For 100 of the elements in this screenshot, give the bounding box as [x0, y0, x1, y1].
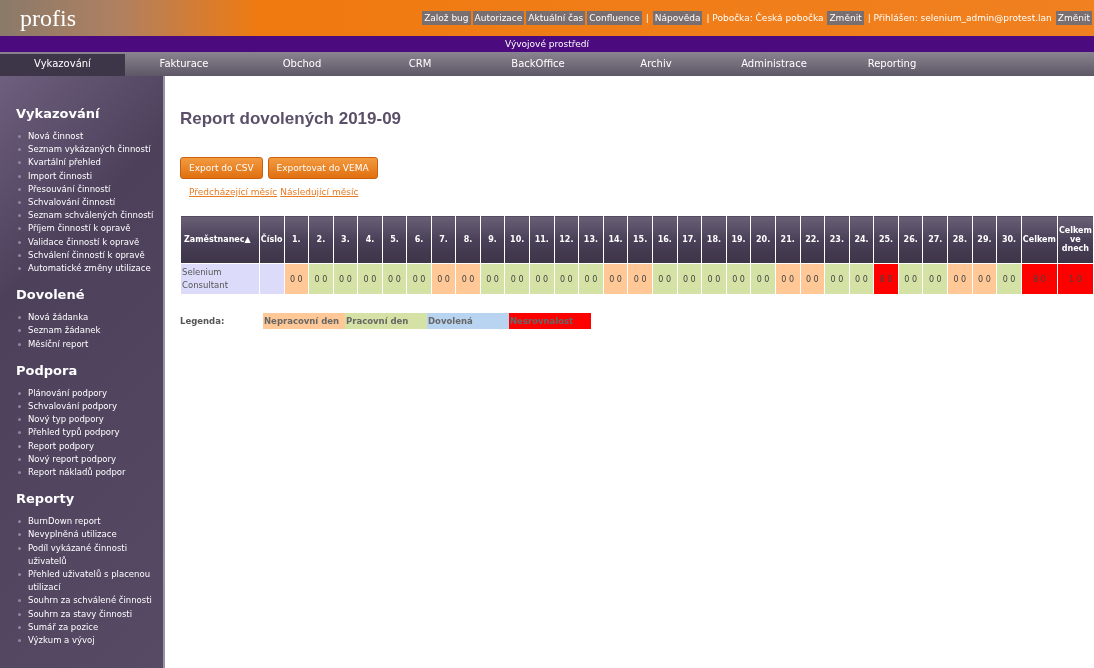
bullet-icon	[18, 546, 21, 550]
sidebar-link[interactable]: Automatické změny utilizace	[28, 262, 158, 276]
legend-item: Dovolená	[427, 313, 509, 329]
column-header[interactable]: 1.	[284, 215, 309, 264]
column-header[interactable]: 4.	[357, 215, 383, 264]
column-header[interactable]: 18.	[701, 215, 727, 264]
column-header[interactable]: 28.	[947, 215, 973, 264]
sidebar-link[interactable]: Report podpory	[28, 439, 158, 453]
column-header[interactable]: 26.	[898, 215, 923, 264]
nav-tab[interactable]: Obchod	[243, 54, 361, 76]
header-link[interactable]: Založ bug	[422, 11, 471, 25]
column-header[interactable]: 13.	[578, 215, 604, 264]
column-header[interactable]: Číslo	[259, 215, 285, 264]
column-header[interactable]: 20.	[750, 215, 776, 264]
sidebar-link[interactable]: Schválení činností k opravě	[28, 248, 158, 263]
sidebar-link[interactable]: Report nákladů podpor	[28, 466, 158, 480]
page-title: Report dovolených 2019-09	[180, 109, 403, 129]
sidebar-link[interactable]: Výzkum a vývoj	[28, 634, 158, 648]
sidebar-link[interactable]: Nový report podpory	[28, 452, 158, 467]
sidebar-heading: Podpora	[16, 362, 79, 378]
column-header[interactable]: 15.	[627, 215, 653, 264]
column-header[interactable]: 10.	[504, 215, 530, 264]
bullet-icon	[18, 342, 21, 346]
column-header[interactable]: 24.	[849, 215, 874, 264]
sidebar-link[interactable]: Nová žádanka	[28, 311, 158, 325]
column-header[interactable]: 19.	[726, 215, 751, 264]
sidebar-link[interactable]: Import činnosti	[28, 169, 158, 183]
bullet-icon	[18, 214, 21, 218]
sidebar-link[interactable]: Sumář za pozice	[28, 620, 158, 635]
nav-tab[interactable]: Reporting	[833, 54, 951, 76]
sidebar-link[interactable]: Seznam žádanek	[28, 324, 158, 338]
nav-tab[interactable]: BackOffice	[479, 54, 597, 76]
column-header[interactable]: 9.	[480, 215, 505, 264]
sidebar-link[interactable]: Přesouvání činností	[28, 182, 158, 196]
column-header[interactable]: Celkem	[1021, 215, 1058, 264]
sidebar-heading: Dovolené	[16, 287, 86, 303]
nav-tab[interactable]: CRM	[361, 54, 479, 76]
column-header[interactable]: 27.	[922, 215, 948, 264]
column-header[interactable]: Zaměstnanec▲	[180, 215, 260, 264]
sidebar-link[interactable]: Seznam schválených činností	[28, 209, 158, 223]
sidebar-link[interactable]: Nový typ podpory	[28, 413, 158, 427]
sidebar-link[interactable]: Souhrn za stavy činnosti	[28, 607, 158, 621]
nav-tab[interactable]: Administrace	[715, 54, 833, 76]
sidebar-link[interactable]: Přehled typů podpory	[28, 426, 158, 440]
header-link[interactable]: Confluence	[587, 11, 642, 25]
bullet-icon	[18, 599, 21, 603]
column-header[interactable]: 11.	[529, 215, 555, 264]
header-link[interactable]: Změnit	[827, 11, 864, 25]
column-header[interactable]: 14.	[603, 215, 628, 264]
sidebar-link[interactable]: Schvalování činností	[28, 196, 158, 210]
column-header[interactable]: 3.	[333, 215, 358, 264]
column-header[interactable]: 29.	[972, 215, 997, 264]
sidebar-link[interactable]: Schvalování podpory	[28, 400, 158, 414]
column-header[interactable]: 16.	[652, 215, 678, 264]
header-text: | Přihlášen: selenium_admin@protest.lan	[866, 13, 1053, 23]
sidebar-link[interactable]: Měsíční report	[28, 337, 158, 351]
column-header[interactable]: 2.	[308, 215, 334, 264]
bullet-icon	[18, 201, 21, 204]
header-link[interactable]: Změnit	[1055, 11, 1092, 25]
sidebar-link[interactable]: Plánování podpory	[28, 386, 158, 401]
column-header[interactable]: 12.	[554, 215, 579, 264]
bullet-icon	[18, 391, 21, 395]
nav-tab[interactable]: Archiv	[597, 54, 715, 76]
sidebar-link[interactable]: Seznam vykázaných činností	[28, 143, 158, 157]
column-header[interactable]: 6.	[406, 215, 432, 264]
column-header[interactable]: 8.	[455, 215, 481, 264]
column-header[interactable]: 5.	[382, 215, 407, 264]
column-header[interactable]: 30.	[996, 215, 1022, 264]
header-link[interactable]: Nápověda	[652, 11, 703, 25]
sidebar-link[interactable]: Souhrn za schválené činnosti	[28, 594, 158, 608]
header-link[interactable]: Autorizace	[472, 11, 525, 25]
bullet-icon	[18, 174, 21, 178]
sidebar-link[interactable]: BurnDown report	[28, 515, 158, 529]
legend-item: Pracovní den	[345, 313, 427, 329]
sidebar-link[interactable]: Přehled uživatelů s placenou utilizací	[28, 568, 158, 595]
column-header[interactable]: Celkem ve dnech	[1057, 215, 1094, 264]
bullet-icon	[18, 187, 21, 191]
column-header[interactable]: 17.	[677, 215, 702, 264]
bullet-icon	[18, 639, 21, 643]
bullet-icon	[18, 573, 21, 577]
sidebar-link[interactable]: Kvartální přehled	[28, 156, 158, 170]
sidebar-link[interactable]: Podíl vykázané činnosti uživatelů	[28, 541, 158, 569]
bullet-icon	[18, 161, 21, 165]
nav-tab[interactable]: Vykazování	[0, 54, 125, 76]
employee-cell: Selenium Consultant	[180, 263, 260, 295]
bullet-icon	[18, 444, 21, 448]
column-header[interactable]: 23.	[824, 215, 850, 264]
sidebar-link[interactable]: Nevyplněná utilizace	[28, 528, 158, 542]
sidebar-link[interactable]: Příjem činností k opravě	[28, 222, 158, 236]
column-header[interactable]: 7.	[431, 215, 456, 264]
column-header[interactable]: 25.	[873, 215, 899, 264]
bullet-icon	[18, 253, 21, 257]
nav-tab[interactable]: Fakturace	[125, 54, 243, 76]
sidebar-link[interactable]: Nová činnost	[28, 130, 158, 144]
column-header[interactable]: 22.	[800, 215, 825, 264]
header-link[interactable]: Aktuální čas	[526, 11, 586, 25]
logo: profis	[20, 4, 76, 32]
bullet-icon	[18, 431, 21, 435]
column-header[interactable]: 21.	[775, 215, 800, 264]
sidebar-link[interactable]: Validace činností k opravě	[28, 235, 158, 249]
